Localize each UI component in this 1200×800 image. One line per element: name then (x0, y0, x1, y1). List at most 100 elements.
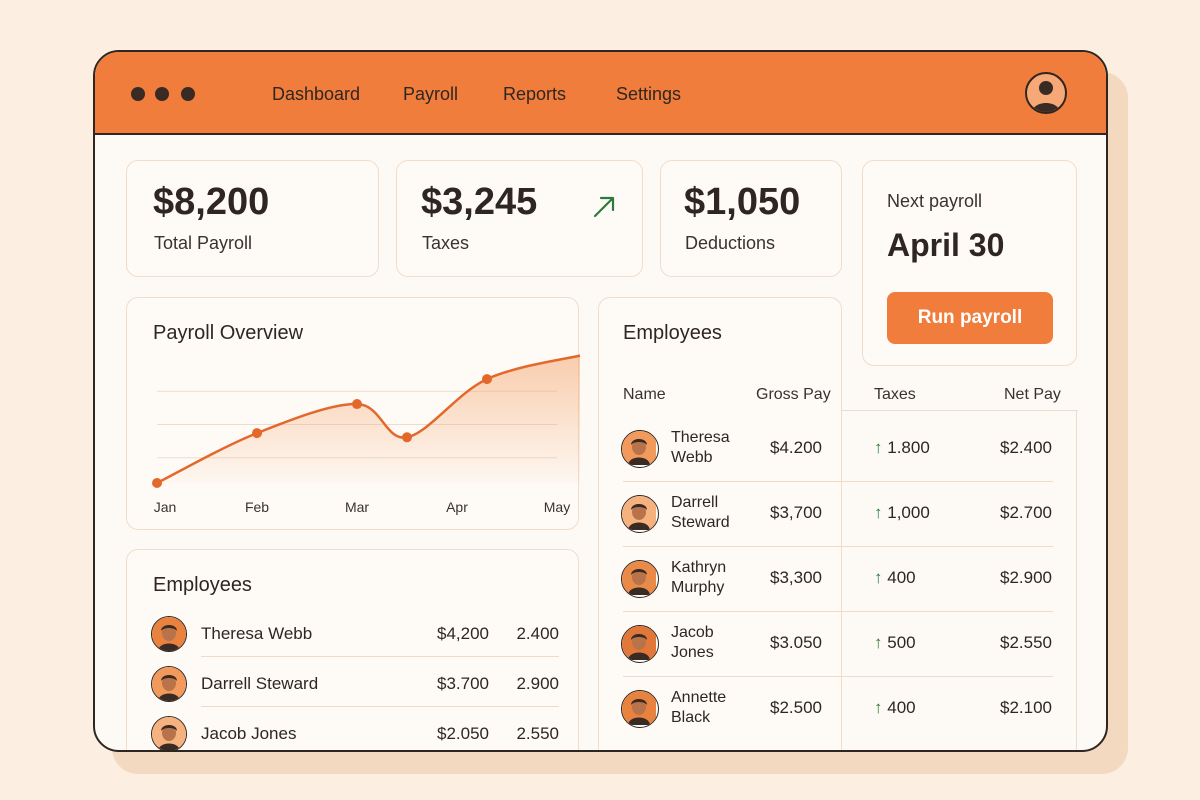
employee-avatar-icon (621, 430, 659, 468)
employee-avatar-icon (621, 560, 659, 598)
chart-data-point[interactable] (402, 432, 412, 443)
run-payroll-button[interactable]: Run payroll (887, 292, 1053, 344)
chart-x-tick-label: Feb (245, 499, 269, 515)
payroll-overview-card: Payroll Overview Jan Feb Mar Apr May (126, 297, 580, 530)
employee-net-pay: $2.100 (1000, 698, 1052, 717)
header-divider (842, 410, 1078, 411)
column-header-gross-pay: Gross Pay (756, 386, 831, 403)
deductions-card: $1,050 Deductions (660, 160, 842, 277)
employee-name[interactable]: Darrell Steward (671, 493, 751, 533)
window-control-dot[interactable] (181, 87, 195, 101)
employee-name[interactable]: Annette Black (671, 688, 751, 728)
employee-last-name: Jones (671, 644, 714, 661)
nav-payroll[interactable]: Payroll (403, 84, 458, 105)
employee-last-name: Murphy (671, 579, 725, 596)
nav-settings[interactable]: Settings (616, 84, 681, 105)
top-bar: Dashboard Payroll Reports Settings (95, 52, 1106, 135)
employee-first-name: Darrell (671, 494, 719, 511)
employee-last-name: Steward (671, 514, 730, 531)
employee-taxes-value: 400 (887, 698, 916, 717)
column-header-net-pay: Net Pay (1004, 386, 1061, 403)
total-payroll-label: Total Payroll (154, 233, 253, 253)
total-payroll-card: $8,200 Total Payroll (126, 160, 379, 277)
employee-taxes-value: 1,000 (887, 503, 930, 522)
row-divider (623, 676, 1053, 677)
employee-net-pay: $2.400 (1000, 438, 1052, 457)
taxes-card: $3,245 Taxes (396, 160, 643, 277)
employee-gross-pay: $2.050 (437, 724, 489, 743)
employee-avatar-icon (621, 690, 659, 728)
chart-data-point[interactable] (482, 374, 492, 385)
next-payroll-card: Next payroll April 30 Run payroll (862, 160, 1077, 366)
employee-net-pay: 2.550 (516, 724, 559, 743)
arrow-up-icon: ↑ (874, 438, 883, 457)
employees-summary-title: Employees (153, 574, 252, 596)
employee-avatar-icon (621, 495, 659, 533)
column-header-taxes: Taxes (874, 386, 916, 403)
employee-name[interactable]: Darrell Steward (201, 674, 318, 694)
chart-data-point[interactable] (352, 399, 362, 410)
nav-reports[interactable]: Reports (503, 84, 566, 105)
chart-data-point[interactable] (152, 478, 162, 488)
employee-gross-pay: $3.050 (770, 633, 822, 652)
employee-gross-pay: $3.700 (437, 674, 489, 693)
employee-avatar-icon (151, 616, 187, 652)
taxes-label: Taxes (422, 233, 470, 253)
arrow-up-icon: ↑ (874, 503, 883, 522)
payroll-overview-chart: Jan Feb Mar Apr May (152, 354, 580, 515)
employee-net-pay: $2.550 (1000, 633, 1052, 652)
nav-dashboard[interactable]: Dashboard (272, 84, 360, 105)
employee-net-pay: 2.900 (516, 674, 559, 693)
employee-avatar-icon (151, 716, 187, 750)
chart-x-tick-label: May (544, 499, 570, 515)
window-control-dot[interactable] (155, 87, 169, 101)
chart-x-tick-label: Jan (154, 499, 177, 515)
row-divider (623, 611, 1053, 612)
employee-avatar-icon (151, 666, 187, 702)
employee-gross-pay: $3,700 (770, 503, 822, 522)
arrow-up-icon: ↑ (874, 698, 883, 717)
employee-taxes: ↑ 1,000 (874, 503, 930, 523)
chart-data-point[interactable] (252, 428, 262, 439)
employees-summary-card: Employees Theresa Webb $4,200 2.400 Darr… (126, 549, 579, 750)
column-header-name: Name (623, 386, 666, 403)
arrow-up-icon: ↑ (874, 568, 883, 587)
next-payroll-label: Next payroll (887, 191, 983, 211)
row-divider (201, 706, 559, 707)
employee-net-pay: $2.700 (1000, 503, 1052, 522)
app-window: Dashboard Payroll Reports Settings $8,20… (93, 50, 1108, 752)
user-avatar-icon[interactable] (1025, 72, 1067, 114)
employee-gross-pay: $4.200 (770, 438, 822, 457)
employee-name[interactable]: Kathryn Murphy (671, 558, 751, 598)
taxes-value: $3,245 (421, 181, 538, 223)
employee-first-name: Theresa (671, 429, 730, 446)
employee-first-name: Annette (671, 689, 727, 706)
employee-avatar-icon (621, 625, 659, 663)
employee-name[interactable]: Theresa Webb (671, 428, 751, 468)
row-divider (623, 481, 1053, 482)
employee-gross-pay: $4,200 (437, 624, 489, 643)
arrow-up-icon: ↑ (874, 633, 883, 652)
employee-name[interactable]: Jacob Jones (671, 623, 751, 663)
arrow-up-right-icon (593, 196, 615, 218)
employee-net-pay: 2.400 (516, 624, 559, 643)
deductions-value: $1,050 (684, 181, 801, 223)
employee-taxes: ↑ 400 (874, 698, 916, 718)
employee-taxes-value: 500 (887, 633, 916, 652)
employee-name[interactable]: Jacob Jones (201, 724, 296, 744)
employee-net-pay: $2.900 (1000, 568, 1052, 587)
employee-last-name: Black (671, 709, 711, 726)
window-control-dot[interactable] (131, 87, 145, 101)
employees-table-title: Employees (623, 322, 722, 344)
employee-gross-pay: $2.500 (770, 698, 822, 717)
chart-area-fill (157, 355, 580, 483)
employee-first-name: Jacob (671, 624, 714, 641)
deductions-label: Deductions (685, 233, 776, 253)
chart-x-tick-label: Mar (345, 499, 369, 515)
employee-taxes: ↑ 500 (874, 633, 916, 653)
employee-last-name: Webb (671, 449, 713, 466)
employees-table: Name Gross Pay Taxes Net Pay Theresa Web… (598, 372, 1078, 750)
employee-name[interactable]: Theresa Webb (201, 624, 312, 644)
employee-taxes-value: 400 (887, 568, 916, 587)
row-divider (201, 656, 559, 657)
